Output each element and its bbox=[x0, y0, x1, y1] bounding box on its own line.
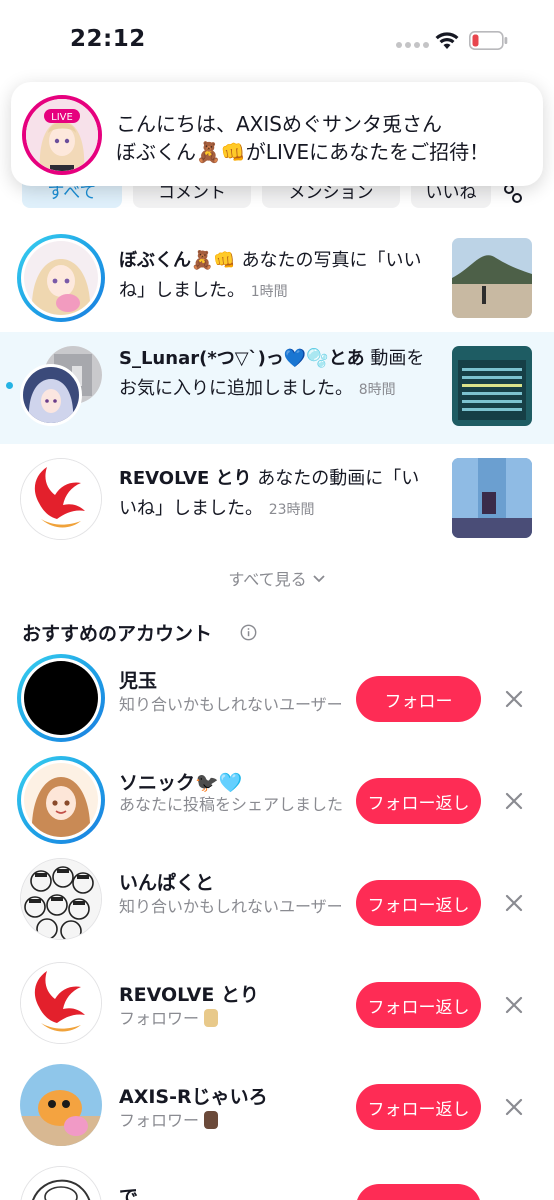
close-icon[interactable] bbox=[503, 994, 525, 1016]
follow-button[interactable]: フォロー bbox=[356, 676, 481, 722]
info-icon[interactable] bbox=[240, 624, 257, 641]
banner-greeting: こんにちは、AXISめぐサンタ兎さん bbox=[116, 112, 442, 136]
cellular-signal-icon bbox=[396, 42, 429, 48]
close-icon[interactable] bbox=[503, 790, 525, 812]
post-thumbnail[interactable] bbox=[452, 238, 532, 318]
close-icon[interactable] bbox=[503, 688, 525, 710]
notification-time: 1時間 bbox=[250, 284, 288, 300]
account-name: AXIS-Rじゃいろ bbox=[119, 1086, 268, 1108]
follow-back-button[interactable]: フォロー返し bbox=[356, 880, 481, 926]
account-name: で bbox=[119, 1186, 139, 1200]
post-thumbnail[interactable] bbox=[452, 458, 532, 538]
account-name: REVOLVE とり bbox=[119, 984, 259, 1006]
story-ring[interactable] bbox=[17, 654, 105, 742]
notification-text: REVOLVE とり あなたの動画に「いいね」しました。 23時間 bbox=[119, 464, 435, 525]
follow-back-button[interactable]: フォロー返し bbox=[356, 778, 481, 824]
follow-back-button[interactable] bbox=[356, 1184, 481, 1200]
suggested-account[interactable]: 児玉 知り合いかもしれないユーザー フォロー bbox=[0, 650, 554, 750]
suggested-account[interactable]: REVOLVE とり フォロワー フォロー返し bbox=[0, 956, 554, 1056]
status-bar: 22:12 bbox=[0, 0, 554, 82]
status-time: 22:12 bbox=[70, 26, 146, 52]
phoenix-logo-icon bbox=[21, 459, 101, 539]
post-thumbnail[interactable] bbox=[452, 346, 532, 426]
see-all-link[interactable]: すべて見る bbox=[0, 566, 554, 590]
avatar bbox=[24, 241, 98, 315]
notification-user[interactable]: ぼぶくん🧸👊 bbox=[119, 250, 236, 271]
notification-text: ぼぶくん🧸👊 あなたの写真に「いいね」しました。 1時間 bbox=[119, 246, 435, 307]
account-subtitle: あなたに投稿をシェアしました bbox=[119, 795, 344, 814]
avatar bbox=[20, 1064, 102, 1146]
suggested-account[interactable]: AXIS-Rじゃいろ フォロワー フォロー返し bbox=[0, 1058, 554, 1158]
avatar bbox=[20, 1166, 102, 1200]
suggested-account[interactable]: で bbox=[0, 1160, 554, 1200]
live-host-avatar: LIVE bbox=[22, 95, 102, 175]
suggested-account[interactable]: ソニック🐦‍⬛🩵 あなたに投稿をシェアしました フォロー返し bbox=[0, 752, 554, 852]
wifi-icon bbox=[435, 32, 459, 49]
account-name: いんぱくと bbox=[119, 872, 215, 894]
chevron-down-icon bbox=[313, 575, 325, 583]
notification-item[interactable]: ぼぶくん🧸👊 あなたの写真に「いいね」しました。 1時間 bbox=[0, 222, 554, 332]
see-all-label: すべて見る bbox=[228, 570, 307, 589]
notification-text: S_Lunar(*つ▽`)っ💙🫧とあ 動画をお気に入りに追加しました。 8時間 bbox=[119, 344, 435, 405]
avatar[interactable] bbox=[20, 458, 102, 540]
account-subtitle: 知り合いかもしれないユーザー bbox=[119, 695, 343, 714]
notification-item[interactable]: S_Lunar(*つ▽`)っ💙🫧とあ 動画をお気に入りに追加しました。 8時間 bbox=[0, 332, 554, 444]
account-subtitle: フォロワー bbox=[119, 1009, 200, 1028]
notification-user[interactable]: S_Lunar(*つ▽`)っ💙🫧とあ bbox=[119, 348, 365, 369]
avatar bbox=[24, 661, 98, 735]
close-icon[interactable] bbox=[503, 1096, 525, 1118]
follower-avatar-icon bbox=[204, 1111, 219, 1129]
notification-time: 23時間 bbox=[268, 502, 315, 518]
account-subtitle-row: フォロワー bbox=[119, 1110, 349, 1132]
story-ring[interactable] bbox=[17, 756, 105, 844]
avatar bbox=[20, 962, 102, 1044]
notification-user[interactable]: REVOLVE とり bbox=[119, 468, 252, 489]
avatar bbox=[24, 763, 98, 837]
story-ring[interactable] bbox=[17, 234, 105, 322]
account-subtitle-row: フォロワー bbox=[119, 1008, 349, 1030]
banner-invite-text: ぼぶくん🧸👊がLIVEにあなたをご招待！ bbox=[116, 140, 490, 164]
avatar bbox=[20, 858, 102, 940]
notification-item[interactable]: REVOLVE とり あなたの動画に「いいね」しました。 23時間 bbox=[0, 448, 554, 558]
account-name: 児玉 bbox=[119, 670, 158, 692]
live-badge: LIVE bbox=[51, 112, 73, 123]
follow-back-button[interactable]: フォロー返し bbox=[356, 982, 481, 1028]
account-subtitle: 知り合いかもしれないユーザー bbox=[119, 897, 343, 916]
notification-time: 8時間 bbox=[358, 382, 396, 398]
anime-avatar-image: LIVE bbox=[26, 99, 98, 171]
follow-back-button[interactable]: フォロー返し bbox=[356, 1084, 481, 1130]
phoenix-logo-icon bbox=[21, 963, 101, 1043]
avatar bbox=[20, 364, 82, 426]
account-name: ソニック🐦‍⬛🩵 bbox=[119, 772, 243, 794]
close-icon[interactable] bbox=[503, 892, 525, 914]
battery-icon bbox=[469, 31, 508, 50]
suggested-account[interactable]: いんぱくと 知り合いかもしれないユーザー フォロー返し bbox=[0, 852, 554, 952]
unread-indicator bbox=[6, 382, 13, 389]
account-subtitle: フォロワー bbox=[119, 1111, 200, 1130]
live-invite-banner[interactable]: LIVE こんにちは、AXISめぐサンタ兎さん ぼぶくん🧸👊がLIVEにあなたを… bbox=[11, 82, 543, 186]
follower-avatar-icon bbox=[204, 1009, 219, 1027]
section-title: おすすめのアカウント bbox=[22, 623, 213, 645]
